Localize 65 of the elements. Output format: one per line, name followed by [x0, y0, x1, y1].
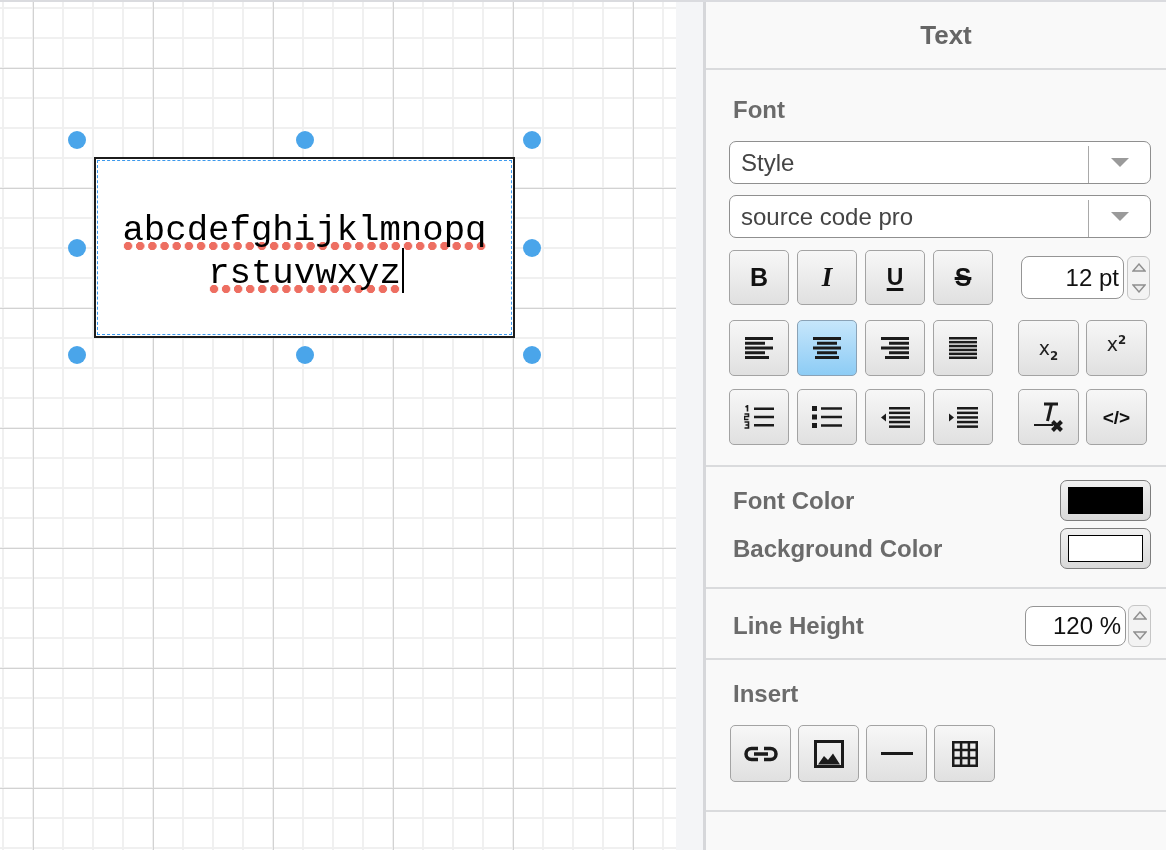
indent-icon[interactable]	[948, 406, 978, 428]
up-triangle-icon[interactable]	[1131, 262, 1146, 272]
color-button[interactable]	[1060, 528, 1151, 569]
caret-icon[interactable]	[1110, 158, 1129, 167]
clear-formatting-icon[interactable]	[1033, 401, 1064, 433]
text-box[interactable]: abcdefghijklmnopq rstuvwxyz	[94, 157, 515, 338]
table-icon[interactable]	[951, 740, 978, 767]
align-right-button[interactable]	[865, 320, 925, 376]
section-label: Insert	[733, 680, 799, 708]
font-dropdown[interactable]: source code pro	[729, 195, 1151, 238]
style-dropdown[interactable]: Style	[729, 141, 1151, 184]
justify-icon[interactable]	[949, 337, 977, 359]
bullet-list-button[interactable]	[797, 389, 857, 445]
resize-handle[interactable]	[68, 131, 86, 149]
color-button[interactable]	[1060, 480, 1151, 521]
insert-table-button[interactable]	[934, 725, 995, 782]
font-size-field[interactable]: 12 pt	[1021, 256, 1124, 299]
insert-image-button[interactable]	[798, 725, 859, 782]
clear-formatting-button[interactable]	[1018, 389, 1079, 445]
resize-handle[interactable]	[68, 346, 86, 364]
resize-handle[interactable]	[68, 238, 86, 257]
up-triangle-icon[interactable]	[1132, 611, 1147, 620]
numbered-list-button[interactable]	[729, 389, 789, 445]
down-triangle-icon[interactable]	[1131, 283, 1146, 293]
align-right-icon[interactable]	[881, 337, 909, 359]
resize-handle[interactable]	[523, 131, 541, 149]
link-icon[interactable]	[743, 745, 778, 762]
resize-handle[interactable]	[295, 346, 314, 364]
bold-button[interactable]: B	[729, 250, 789, 305]
option-label: Font Color	[733, 486, 855, 515]
down-triangle-icon[interactable]	[1132, 631, 1147, 640]
image-icon[interactable]	[813, 739, 844, 768]
line-height-field[interactable]: 120 %	[1025, 605, 1126, 646]
section-label: Font	[733, 96, 785, 124]
html-button[interactable]: </>	[1086, 389, 1147, 445]
outdent-button[interactable]	[865, 389, 925, 445]
resize-handle[interactable]	[523, 346, 541, 364]
superscript-button[interactable]: x$^{2}$	[1086, 320, 1147, 376]
resize-handle[interactable]	[523, 238, 541, 257]
align-left-button[interactable]	[729, 320, 789, 376]
italic-button[interactable]: I	[797, 250, 857, 305]
align-center-button[interactable]	[797, 320, 857, 376]
option-label: Background Color	[733, 534, 943, 563]
stepper-control[interactable]	[1128, 604, 1151, 647]
stepper-control[interactable]	[1127, 255, 1150, 300]
align-center-icon[interactable]	[813, 337, 841, 359]
resize-handle[interactable]	[295, 131, 314, 149]
numbered-list-icon[interactable]	[744, 405, 774, 429]
outdent-icon[interactable]	[880, 406, 910, 428]
indent-button[interactable]	[933, 389, 993, 445]
color-swatch-icon[interactable]	[1068, 487, 1143, 514]
underline-button[interactable]: U	[865, 250, 925, 305]
bullet-list-icon[interactable]	[812, 405, 842, 429]
option-label: Line Height	[733, 611, 864, 640]
color-swatch-icon[interactable]	[1068, 535, 1143, 562]
diagram-canvas[interactable]: abcdefghijklmnopq rstuvwxyz	[0, 2, 676, 850]
align-left-icon[interactable]	[745, 337, 773, 359]
subscript-button[interactable]: x$_{2}$	[1018, 320, 1079, 376]
strikethrough-button[interactable]: S	[933, 250, 993, 305]
horizontal-line-button[interactable]	[866, 725, 927, 782]
justify-button[interactable]	[933, 320, 993, 376]
caret-icon[interactable]	[1110, 212, 1129, 221]
panel-title: Text	[920, 19, 972, 51]
insert-link-button[interactable]	[730, 725, 791, 782]
horizontal-line-icon[interactable]	[880, 752, 913, 755]
